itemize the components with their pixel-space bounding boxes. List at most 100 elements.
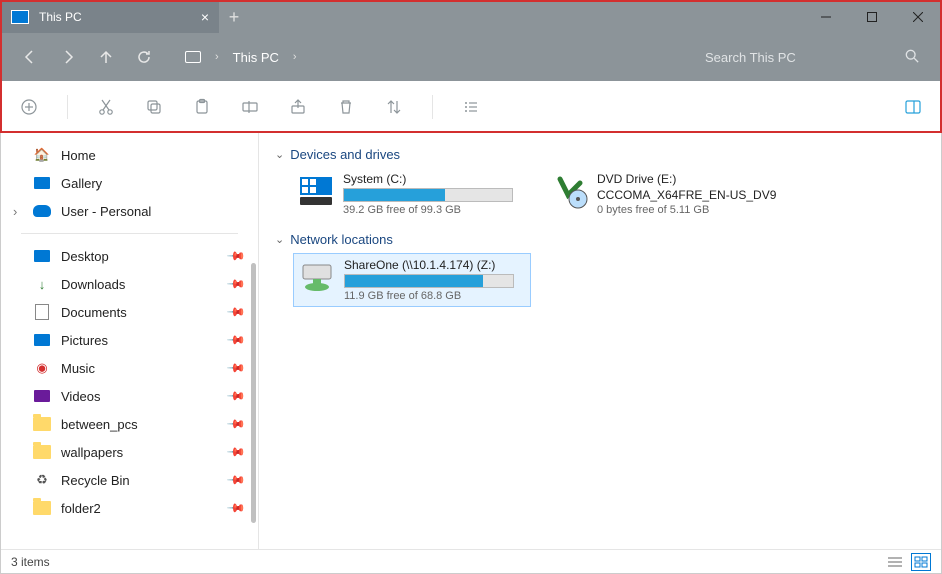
recycle-icon: ♻ [36,472,48,488]
search-placeholder: Search This PC [705,50,796,65]
paste-button[interactable] [192,97,212,117]
refresh-button[interactable] [125,39,163,75]
nav-bar: › This PC › Search This PC [1,33,941,81]
drive-name: DVD Drive (E:) [597,172,781,186]
sidebar-item-label: between_pcs [61,417,138,432]
content-area: ⌄ Devices and drives System (C:) 39.2 GB … [259,133,941,549]
sidebar-item-label: Videos [61,389,101,404]
sidebar-item-between_pcs[interactable]: between_pcs 📌 [1,410,258,438]
forward-button[interactable] [49,39,87,75]
chevron-right-icon[interactable]: › [215,51,219,63]
scrollbar[interactable] [251,263,256,523]
drive-free-text: 39.2 GB free of 99.3 GB [343,204,527,216]
folder-icon [33,501,51,515]
capacity-bar [344,274,514,288]
desktop-icon [34,250,50,262]
delete-button[interactable] [336,97,356,117]
drive-item[interactable]: ShareOne (\\10.1.4.174) (Z:)11.9 GB free… [293,253,531,307]
sidebar-item-recycle-bin[interactable]: ♻ Recycle Bin 📌 [1,466,258,494]
gallery-icon [34,177,50,189]
sidebar-item-label: Pictures [61,333,108,348]
status-text: 3 items [11,555,50,569]
sidebar-item-label: Home [61,148,96,163]
sidebar-item-label: Desktop [61,249,109,264]
music-icon: ◉ [36,360,47,376]
chevron-down-icon: ⌄ [275,148,284,161]
body: 🏠 Home GalleryUser - Personal Desktop 📌 ↓ Dow… [1,133,941,549]
sidebar-item-label: Downloads [61,277,125,292]
pictures-icon [34,334,50,346]
pin-icon: 📌 [226,330,246,350]
address-bar[interactable]: › This PC › [185,50,297,65]
tiles-view-button[interactable] [911,553,931,571]
sidebar-item-label: Music [61,361,95,376]
sidebar-item-music[interactable]: ◉Music📌 [1,354,258,382]
chevron-down-icon: ⌄ [275,233,284,246]
close-button[interactable] [895,1,941,33]
sidebar-item-home[interactable]: 🏠 Home [1,141,258,169]
view-button[interactable] [461,97,481,117]
cloud-icon [33,205,51,217]
capacity-bar [343,188,513,202]
sidebar-item-pictures[interactable]: Pictures 📌 [1,326,258,354]
sidebar-item-label: Recycle Bin [61,473,130,488]
pin-icon: 📌 [226,470,246,490]
pin-icon: 📌 [226,414,246,434]
new-tab-button[interactable]: + [219,7,249,28]
pin-icon: 📌 [226,246,246,266]
sidebar-item-desktop[interactable]: Desktop 📌 [1,242,258,270]
tab-this-pc[interactable]: This PC × [1,1,219,33]
tab-close-icon[interactable]: × [201,9,209,25]
group-network-header[interactable]: ⌄ Network locations [275,232,925,247]
folder-icon [33,417,51,431]
sidebar-item-label: Documents [61,305,127,320]
this-pc-icon [11,10,29,24]
drive-subname: CCCOMA_X64FRE_EN-US_DV9 [597,188,781,202]
drive-item[interactable]: DVD Drive (E:)CCCOMA_X64FRE_EN-US_DV90 b… [547,168,785,220]
download-icon: ↓ [39,277,46,292]
search-icon[interactable] [905,49,919,66]
sort-button[interactable] [384,97,404,117]
pin-icon: 📌 [226,386,246,406]
up-button[interactable] [87,39,125,75]
status-bar: 3 items [1,549,941,573]
group-devices-header[interactable]: ⌄ Devices and drives [275,147,925,162]
window-controls [803,1,941,33]
back-button[interactable] [11,39,49,75]
folder-icon [33,445,51,459]
sidebar-item-gallery[interactable]: Gallery [1,169,258,197]
sidebar-item-downloads[interactable]: ↓Downloads📌 [1,270,258,298]
sidebar-item-user---personal[interactable]: User - Personal [1,197,258,225]
chevron-right-icon[interactable]: › [293,51,297,63]
monitor-icon [185,51,201,63]
drive-icon [551,172,589,210]
sidebar-item-label: wallpapers [61,445,123,460]
drive-name: System (C:) [343,172,527,186]
maximize-button[interactable] [849,1,895,33]
cut-button[interactable] [96,97,116,117]
sidebar-item-videos[interactable]: Videos 📌 [1,382,258,410]
sidebar-item-documents[interactable]: Documents📌 [1,298,258,326]
rename-button[interactable] [240,97,260,117]
minimize-button[interactable] [803,1,849,33]
command-bar [1,81,941,133]
sidebar-item-folder2[interactable]: folder2 📌 [1,494,258,522]
drive-item[interactable]: System (C:) 39.2 GB free of 99.3 GB [293,168,531,220]
search-box[interactable]: Search This PC [693,41,931,73]
breadcrumb-this-pc[interactable]: This PC [233,50,279,65]
share-button[interactable] [288,97,308,117]
separator [432,95,433,119]
drive-icon [297,172,335,210]
sidebar-item-wallpapers[interactable]: wallpapers📌 [1,438,258,466]
drive-icon [298,258,336,296]
group-title: Network locations [290,232,393,247]
explorer-window: This PC × + › This PC › Search This PC [0,0,942,574]
group-title: Devices and drives [290,147,400,162]
details-pane-button[interactable] [903,97,923,117]
details-view-button[interactable] [885,553,905,571]
new-button[interactable] [19,97,39,117]
home-icon: 🏠 [34,147,50,163]
sidebar-item-label: folder2 [61,501,101,516]
copy-button[interactable] [144,97,164,117]
pin-icon: 📌 [226,498,246,518]
